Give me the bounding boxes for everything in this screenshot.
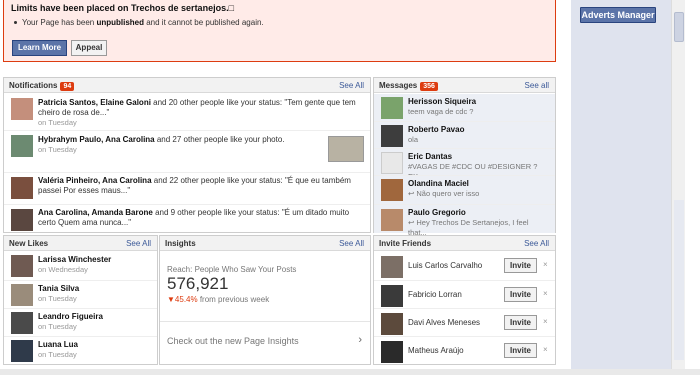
avatar (11, 255, 33, 277)
down-arrow-icon: ▼ (167, 295, 175, 304)
like-item[interactable]: Tania Silva on Tuesday (4, 280, 157, 308)
avatar (381, 179, 403, 201)
avatar (381, 125, 403, 147)
insights-see-all-link[interactable]: See All (339, 239, 364, 248)
message-item[interactable]: Herisson Siqueira teem vaga de cdc ? (374, 94, 555, 121)
invite-item: Luis Carlos Carvalho Invite × (374, 252, 555, 280)
insights-title: Insights (165, 239, 196, 248)
bullet-icon (14, 21, 17, 25)
dismiss-icon[interactable]: × (543, 345, 548, 354)
photo-thumbnail[interactable] (328, 136, 364, 162)
page-main: Limits have been placed on Trechos de se… (0, 0, 565, 375)
like-item[interactable]: Leandro Figueira on Tuesday (4, 308, 157, 336)
invite-friends-see-all-link[interactable]: See All (524, 239, 549, 248)
new-page-insights-link[interactable]: Check out the new Page Insights (167, 336, 299, 346)
insights-panel: Insights See All Reach: People Who Saw Y… (159, 235, 371, 365)
messages-count-badge: 356 (420, 82, 438, 91)
invite-item: Matheus Araújo Invite × (374, 336, 555, 364)
avatar (11, 209, 33, 231)
avatar (381, 341, 403, 363)
avatar (11, 340, 33, 362)
like-item[interactable]: Luana Lua on Tuesday (4, 336, 157, 364)
like-item[interactable]: Larissa Winchester on Wednesday (4, 252, 157, 280)
invite-button[interactable]: Invite (504, 287, 537, 302)
invite-friends-header: Invite Friends See All (374, 236, 555, 251)
new-likes-title: New Likes (9, 239, 49, 248)
horizontal-scrollbar[interactable] (0, 369, 700, 375)
chevron-right-icon[interactable]: › (358, 334, 362, 346)
alert-title: Limits have been placed on Trechos de se… (11, 3, 235, 13)
notifications-panel: Notifications 94 See All Patricia Santos,… (3, 77, 371, 233)
insights-body: Reach: People Who Saw Your Posts 576,921… (160, 252, 370, 365)
appeal-button[interactable]: Appeal (71, 40, 107, 56)
notification-time: on Tuesday (38, 118, 77, 127)
avatar (11, 98, 33, 120)
notification-item[interactable]: Valéria Pinheiro, Ana Carolina and 22 ot… (4, 172, 370, 204)
messages-header: Messages 356 See all (374, 78, 555, 93)
new-likes-see-all-link[interactable]: See All (126, 239, 151, 248)
messages-see-all-link[interactable]: See all (525, 81, 549, 90)
window-margin (685, 0, 700, 375)
message-item[interactable]: Eric Dantas #VAGAS DE #CDC OU #DESIGNER ?… (374, 148, 555, 181)
dismiss-icon[interactable]: × (543, 289, 548, 298)
notifications-count-badge: 94 (60, 82, 75, 91)
vertical-scrollbar[interactable] (671, 0, 685, 375)
right-sidebar (571, 0, 671, 375)
avatar (11, 284, 33, 306)
avatar (11, 312, 33, 334)
new-likes-header: New Likes See All (4, 236, 157, 251)
scrollbar-track[interactable] (674, 200, 684, 360)
avatar (11, 135, 33, 157)
invite-item: Fabricio Lorran Invite × (374, 280, 555, 308)
new-likes-panel: New Likes See All Larissa Winchester on W… (3, 235, 158, 365)
notifications-title: Notifications 94 (9, 81, 75, 91)
notification-item[interactable]: Ana Carolina, Amanda Barone and 9 other … (4, 204, 370, 233)
avatar (381, 209, 403, 231)
message-item[interactable]: Roberto Pavao ola (374, 121, 555, 148)
notifications-see-all-link[interactable]: See All (339, 81, 364, 90)
learn-more-button[interactable]: Learn More (12, 40, 67, 56)
dismiss-icon[interactable]: × (543, 260, 548, 269)
messages-title: Messages 356 (379, 81, 438, 91)
invite-button[interactable]: Invite (504, 258, 537, 273)
message-item[interactable]: Olandina Maciel ↩ Não quero ver isso (374, 175, 555, 204)
scrollbar-thumb[interactable] (674, 12, 684, 42)
avatar (11, 177, 33, 199)
message-item[interactable]: Paulo Gregorio ↩ Hey Trechos De Sertanejo… (374, 204, 555, 237)
avatar (381, 152, 403, 174)
reach-change: ▼45.4% from previous week (167, 295, 270, 304)
avatar (381, 256, 403, 278)
notification-time: on Tuesday (38, 145, 77, 154)
notification-item[interactable]: Patricia Santos, Elaine Galoni and 20 ot… (4, 94, 370, 130)
avatar (381, 313, 403, 335)
messages-panel: Messages 356 See all Herisson Siqueira tee… (373, 77, 556, 237)
invite-friends-title: Invite Friends (379, 239, 432, 248)
limits-alert: Limits have been placed on Trechos de se… (3, 0, 556, 62)
notification-item[interactable]: Hybrahym Paulo, Ana Carolina and 27 othe… (4, 130, 370, 172)
notifications-header: Notifications 94 See All (4, 78, 370, 93)
avatar (381, 285, 403, 307)
avatar (381, 97, 403, 119)
invite-button[interactable]: Invite (504, 343, 537, 358)
insights-header: Insights See All (160, 236, 370, 251)
alert-message: Your Page has been unpublished and it ca… (14, 18, 264, 27)
reach-value: 576,921 (167, 274, 229, 293)
reach-label: Reach: People Who Saw Your Posts (167, 265, 297, 274)
invite-friends-panel: Invite Friends See All Luis Carlos Carva… (373, 235, 556, 365)
invite-button[interactable]: Invite (504, 315, 537, 330)
invite-item: Davi Alves Meneses Invite × (374, 308, 555, 336)
dismiss-icon[interactable]: × (543, 317, 548, 326)
adverts-manager-button[interactable]: Adverts Manager (580, 7, 656, 23)
